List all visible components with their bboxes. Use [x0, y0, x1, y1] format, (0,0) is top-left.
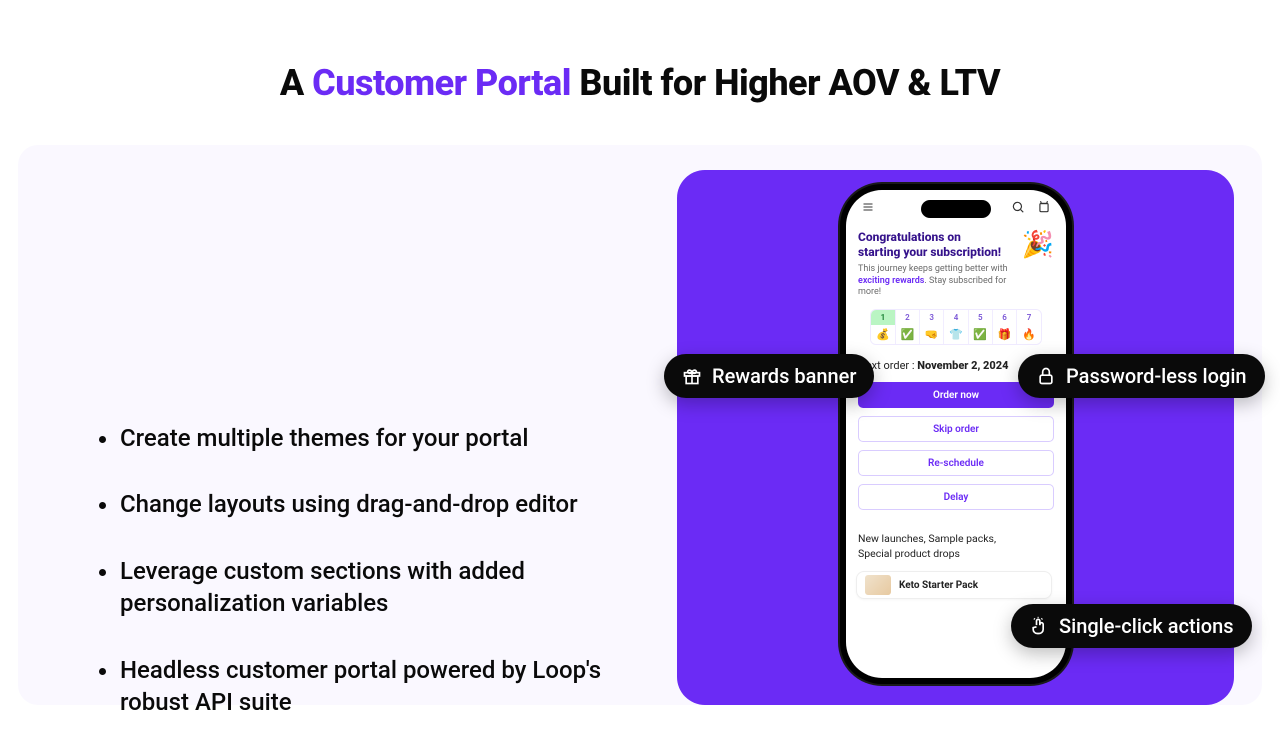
reward-glyph: 👕 [944, 325, 968, 344]
feature-bullet-list: Create multiple themes for your portal C… [96, 422, 636, 752]
feature-bullet: Change layouts using drag-and-drop edito… [120, 488, 636, 520]
reward-glyph: 💰 [871, 325, 895, 344]
reward-glyph: 🔥 [1017, 325, 1041, 344]
product-thumbnail [865, 575, 891, 595]
feature-bullet: Leverage custom sections with added pers… [120, 555, 636, 620]
phone-notch [921, 200, 991, 218]
lock-icon [1036, 366, 1056, 386]
cart-icon[interactable] [1036, 199, 1052, 215]
new-launches-heading: New launches, Sample packs,Special produ… [846, 510, 1066, 561]
gift-icon [682, 366, 702, 386]
reward-glyph: ✅ [895, 325, 919, 344]
callout-passwordless-login: Password-less login [1018, 354, 1265, 398]
reward-step: 1 [871, 310, 895, 325]
reward-glyph: 🎁 [992, 325, 1016, 344]
feature-bullet: Headless customer portal powered by Loop… [120, 654, 636, 719]
search-icon[interactable] [1010, 199, 1026, 215]
reward-glyph: ✅ [968, 325, 992, 344]
reward-step: 5 [968, 310, 992, 325]
hamburger-icon[interactable] [860, 199, 876, 215]
reward-progress-track: 1 2 3 4 5 6 7 💰 ✅ 🤜 [870, 309, 1042, 345]
reward-step: 2 [895, 310, 919, 325]
reward-glyph: 🤜 [920, 325, 944, 344]
delay-button[interactable]: Delay [858, 484, 1054, 510]
callout-rewards-banner: Rewards banner [664, 354, 874, 398]
product-name: Keto Starter Pack [899, 580, 978, 591]
reward-step: 4 [944, 310, 968, 325]
rewards-banner-title: Congratulations onstarting your subscrip… [858, 230, 1018, 260]
reward-step: 3 [920, 310, 944, 325]
reward-step: 6 [992, 310, 1016, 325]
rewards-banner-subtext: This journey keeps getting better withex… [858, 264, 1018, 299]
phone-showcase-card: Congratulations onstarting your subscrip… [677, 170, 1234, 705]
reschedule-button[interactable]: Re-schedule [858, 450, 1054, 476]
skip-order-button[interactable]: Skip order [858, 416, 1054, 442]
tap-icon [1029, 616, 1049, 636]
callout-single-click-actions: Single-click actions [1011, 604, 1252, 648]
feature-bullet: Create multiple themes for your portal [120, 422, 636, 454]
rewards-banner: Congratulations onstarting your subscrip… [846, 224, 1066, 345]
product-card[interactable]: Keto Starter Pack [856, 571, 1052, 599]
party-popper-icon: 🎉 [1022, 230, 1054, 260]
page-headline: A Customer Portal Built for Higher AOV &… [0, 0, 1280, 104]
reward-step: 7 [1017, 310, 1041, 325]
